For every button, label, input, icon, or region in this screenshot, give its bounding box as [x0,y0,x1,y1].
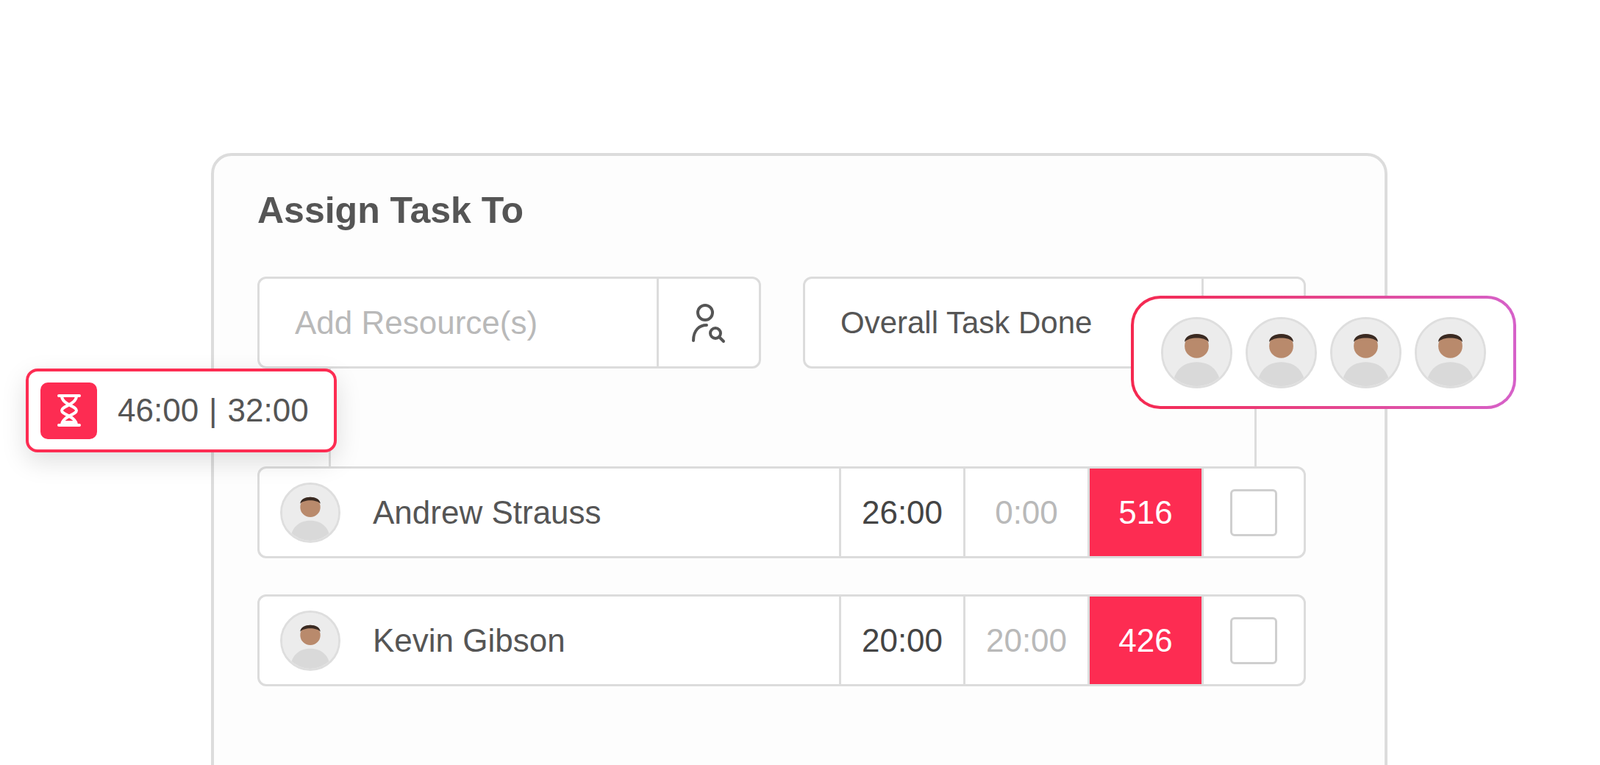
timer-spent: 32:00 [227,391,309,429]
assignee-avatar-photo[interactable] [1161,316,1233,389]
resource-search-input[interactable] [259,278,657,367]
planned-hours-cell: 20:00 [838,596,964,684]
connector-line [1254,408,1257,467]
row-checkbox[interactable] [1230,616,1278,664]
resource-name-cell: Kevin Gibson [259,596,839,684]
person-search-icon [690,302,728,344]
person-photo [282,612,339,669]
checkbox-cell [1201,468,1304,556]
resource-list: Andrew Strauss 26:000:00516 Kevin Gibson 20… [257,466,1306,687]
timer-text: 46:00| 32:00 [117,391,309,429]
person-photo [282,484,339,541]
resource-name-cell: Andrew Strauss [259,468,839,556]
assignee-avatar-photo[interactable] [1414,316,1487,389]
person-photo [1163,319,1231,387]
resource-avatar [280,610,341,671]
actual-hours-cell: 0:00 [963,468,1088,556]
resource-name: Kevin Gibson [372,622,566,659]
assignee-avatar-photo[interactable] [1245,316,1317,389]
hourglass-icon [54,392,84,428]
resource-row: Kevin Gibson20:0020:00426 [257,594,1306,687]
timer-icon-box [40,382,98,439]
row-checkbox[interactable] [1230,488,1278,537]
assign-task-card: Assign Task ToOverall Task DoneAndrew St… [211,152,1388,765]
task-count-cell: 426 [1087,596,1202,684]
assignee-avatar-photo[interactable] [1330,316,1402,389]
page: Assign Task ToOverall Task DoneAndrew St… [0,0,1600,765]
resource-search-button[interactable] [656,278,759,367]
planned-hours-cell: 26:00 [838,468,964,556]
timer-estimated: 46:00 [117,391,199,429]
resource-row: Andrew Strauss 26:000:00516 [257,466,1306,559]
timer-badge: 46:00| 32:00 [25,368,337,453]
checkbox-cell [1201,596,1304,684]
resource-avatar [280,482,341,543]
person-photo [1247,319,1315,387]
timer-separator: | [208,391,217,429]
person-photo [1416,319,1484,387]
resource-search-field [257,276,762,369]
actual-hours-cell: 20:00 [963,596,1088,684]
task-count-cell: 516 [1087,468,1202,556]
card-title: Assign Task To [257,188,1306,233]
resource-name: Andrew Strauss [372,494,602,531]
person-photo [1332,319,1400,387]
assignee-avatar-group [1130,295,1517,409]
